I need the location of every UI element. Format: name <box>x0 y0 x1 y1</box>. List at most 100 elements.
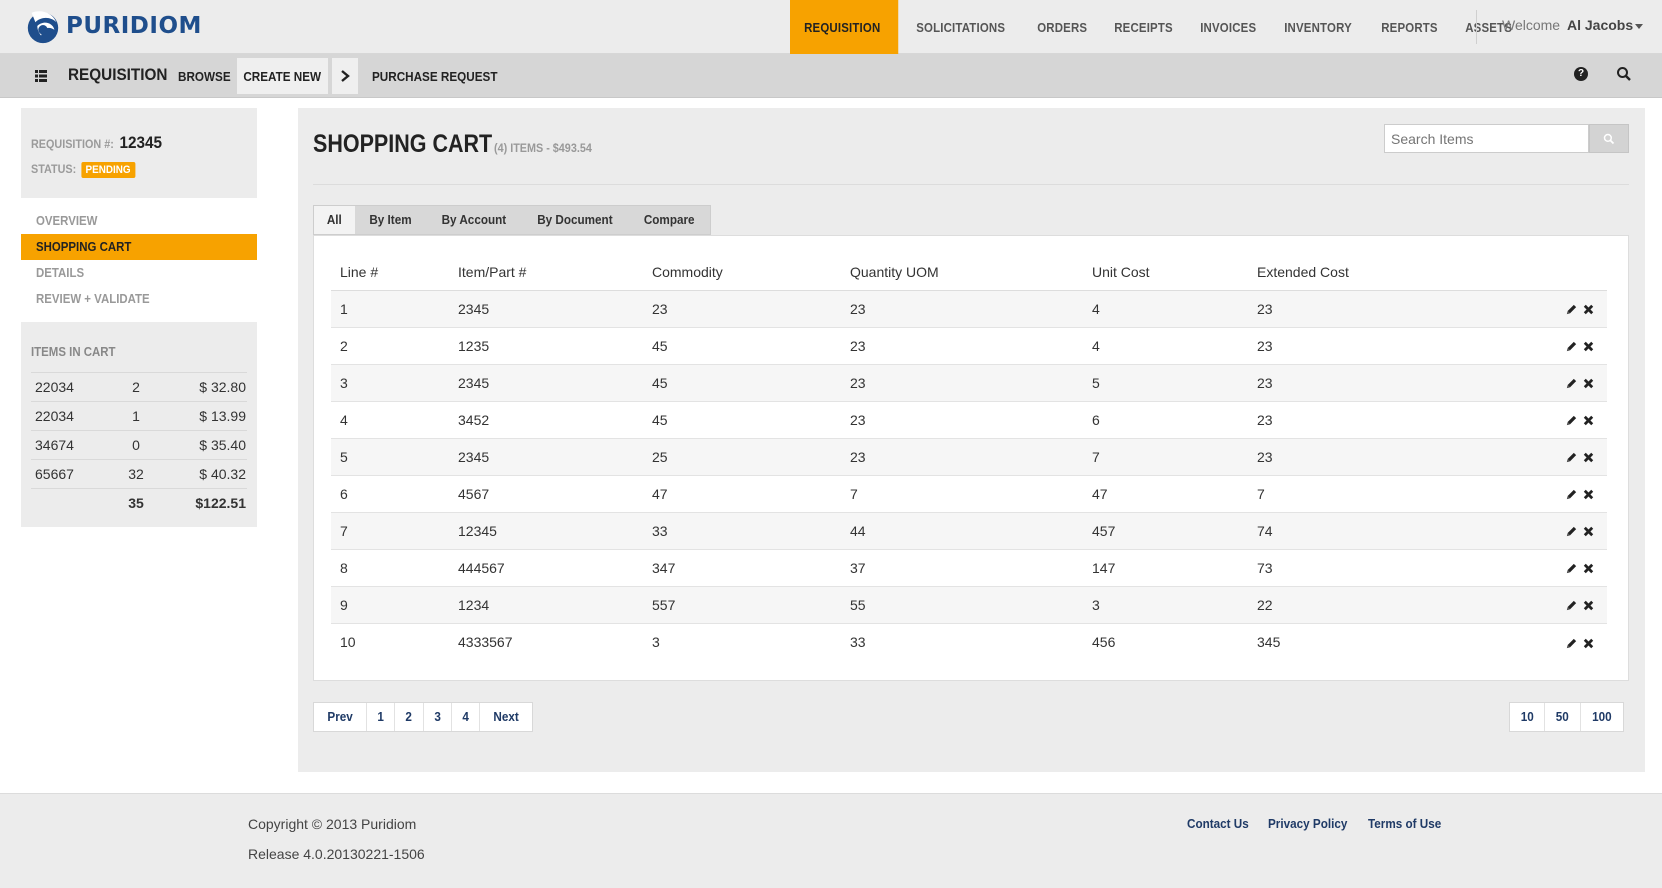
user-menu[interactable]: Welcome Al Jacobs <box>1502 17 1644 33</box>
edit-pencil-icon[interactable] <box>1565 303 1578 316</box>
row-actions <box>1478 364 1607 402</box>
cart-item-row: 65667 32 $ 40.32 <box>31 459 247 488</box>
pagination-prev-button[interactable]: Prev <box>314 703 368 731</box>
edit-pencil-icon[interactable] <box>1565 599 1578 612</box>
cell-line: 3 <box>331 364 449 402</box>
page-size-50[interactable]: 50 <box>1545 703 1581 731</box>
nav-item-invoices[interactable]: INVOICES <box>1187 0 1269 54</box>
edit-pencil-icon[interactable] <box>1565 340 1578 353</box>
pagination-page-3[interactable]: 3 <box>424 703 452 731</box>
footer-link-contact-us[interactable]: Contact Us <box>1187 816 1249 831</box>
nav-item-solicitations[interactable]: SOLICITATIONS <box>903 0 1018 54</box>
top-navbar: PURIDIOM REQUISITION SOLICITATIONS ORDERS R… <box>0 0 1662 54</box>
create-new-button[interactable]: CREATE NEW <box>237 58 328 94</box>
nav-item-receipts[interactable]: RECEIPTS <box>1101 0 1186 54</box>
sidenav-item-label: SHOPPING CART <box>36 239 132 254</box>
cell-unit-cost: 7 <box>1083 438 1248 476</box>
table-row: 3 2345 45 23 5 23 <box>331 364 1607 402</box>
search-icon[interactable] <box>1616 66 1632 82</box>
column-header-commodity: Commodity <box>643 254 841 291</box>
page-title: SHOPPING CART <box>313 130 493 158</box>
table-row: 9 1234 557 55 3 22 <box>331 586 1607 624</box>
cell-extended-cost: 23 <box>1248 401 1478 439</box>
column-header-line: Line # <box>331 254 449 291</box>
cell-commodity: 347 <box>643 549 841 587</box>
table-row: 6 4567 47 7 47 7 <box>331 475 1607 513</box>
sidenav-item-label: REVIEW + VALIDATE <box>36 291 150 306</box>
nav-item-reports[interactable]: REPORTS <box>1368 0 1451 54</box>
delete-x-icon[interactable] <box>1582 525 1595 538</box>
browse-link[interactable]: BROWSE <box>178 54 231 98</box>
cell-quantity-uom: 23 <box>841 290 1083 328</box>
edit-pencil-icon[interactable] <box>1565 488 1578 501</box>
edit-pencil-icon[interactable] <box>1565 525 1578 538</box>
delete-x-icon[interactable] <box>1582 414 1595 427</box>
tab-all[interactable]: All <box>314 206 355 234</box>
cell-quantity-uom: 37 <box>841 549 1083 587</box>
tab-by-item[interactable]: By Item <box>355 206 426 234</box>
table-row: 8 444567 347 37 147 73 <box>331 549 1607 587</box>
view-tabs: All By Item By Account By Document Compare <box>313 205 711 235</box>
breadcrumb-purchase-request[interactable]: PURCHASE REQUEST <box>372 54 497 98</box>
search-icon <box>1603 133 1615 144</box>
delete-x-icon[interactable] <box>1582 599 1595 612</box>
cell-commodity: 45 <box>643 401 841 439</box>
tab-by-document[interactable]: By Document <box>521 206 629 234</box>
edit-pencil-icon[interactable] <box>1565 377 1578 390</box>
edit-pencil-icon[interactable] <box>1565 451 1578 464</box>
search-items-button[interactable] <box>1589 124 1629 153</box>
column-header-quantity-uom: Quantity UOM <box>841 254 1083 291</box>
tab-label: By Account <box>441 212 506 227</box>
tab-label: By Item <box>368 212 412 227</box>
delete-x-icon[interactable] <box>1582 488 1595 501</box>
delete-x-icon[interactable] <box>1582 562 1595 575</box>
table-row: 5 2345 25 23 7 23 <box>331 438 1607 476</box>
nav-item-orders[interactable]: ORDERS <box>1024 0 1100 54</box>
pagination-page-2[interactable]: 2 <box>395 703 424 731</box>
list-grid-icon[interactable] <box>35 70 47 82</box>
page-size-100[interactable]: 100 <box>1581 703 1623 731</box>
delete-x-icon[interactable] <box>1582 451 1595 464</box>
edit-pencil-icon[interactable] <box>1565 414 1578 427</box>
footer-link-privacy-policy[interactable]: Privacy Policy <box>1268 816 1347 831</box>
nav-item-requisition[interactable]: REQUISITION <box>790 0 898 54</box>
cell-commodity: 557 <box>643 586 841 624</box>
sidenav-item-shopping-cart[interactable]: SHOPPING CART <box>21 234 257 260</box>
main-panel: SHOPPING CART (4) ITEMS - $493.54 All By … <box>298 108 1645 772</box>
delete-x-icon[interactable] <box>1582 637 1595 650</box>
footer-link-terms-of-use[interactable]: Terms of Use <box>1368 816 1441 831</box>
edit-pencil-icon[interactable] <box>1565 637 1578 650</box>
cart-item-qty: 0 <box>132 437 140 453</box>
cell-line: 5 <box>331 438 449 476</box>
sidenav-item-label: DETAILS <box>36 265 85 280</box>
cell-commodity: 25 <box>643 438 841 476</box>
page-size-10[interactable]: 10 <box>1510 703 1546 731</box>
breadcrumb-separator <box>332 58 358 94</box>
sidenav-item-review-validate[interactable]: REVIEW + VALIDATE <box>21 286 257 312</box>
delete-x-icon[interactable] <box>1582 340 1595 353</box>
cart-item-row: 22034 2 $ 32.80 <box>31 372 247 401</box>
pagination-page-label: 1 <box>377 709 385 724</box>
sidenav-item-overview[interactable]: OVERVIEW <box>21 208 257 234</box>
tab-by-account[interactable]: By Account <box>426 206 522 234</box>
edit-pencil-icon[interactable] <box>1565 562 1578 575</box>
delete-x-icon[interactable] <box>1582 303 1595 316</box>
pagination-page-1[interactable]: 1 <box>367 703 396 731</box>
cell-quantity-uom: 44 <box>841 512 1083 550</box>
search-items-input[interactable] <box>1384 124 1589 153</box>
pagination-next-button[interactable]: Next <box>480 703 532 731</box>
brand-logo[interactable]: PURIDIOM <box>24 6 202 46</box>
cell-item-part: 1234 <box>449 586 643 624</box>
delete-x-icon[interactable] <box>1582 377 1595 390</box>
pagination-page-4[interactable]: 4 <box>452 703 481 731</box>
sidenav-item-details[interactable]: DETAILS <box>21 260 257 286</box>
sidenav-item-label: OVERVIEW <box>36 213 98 228</box>
row-actions <box>1478 290 1607 328</box>
cart-table-card: Line # Item/Part # Commodity Quantity UOM Un… <box>313 235 1629 681</box>
tab-compare[interactable]: Compare <box>629 206 709 234</box>
nav-item-inventory[interactable]: INVENTORY <box>1271 0 1365 54</box>
help-icon[interactable]: ? <box>1574 67 1588 81</box>
requisition-number-row: REQUISITION #: 12345 <box>31 133 162 153</box>
cell-line: 4 <box>331 401 449 439</box>
tab-label: Compare <box>643 212 695 227</box>
